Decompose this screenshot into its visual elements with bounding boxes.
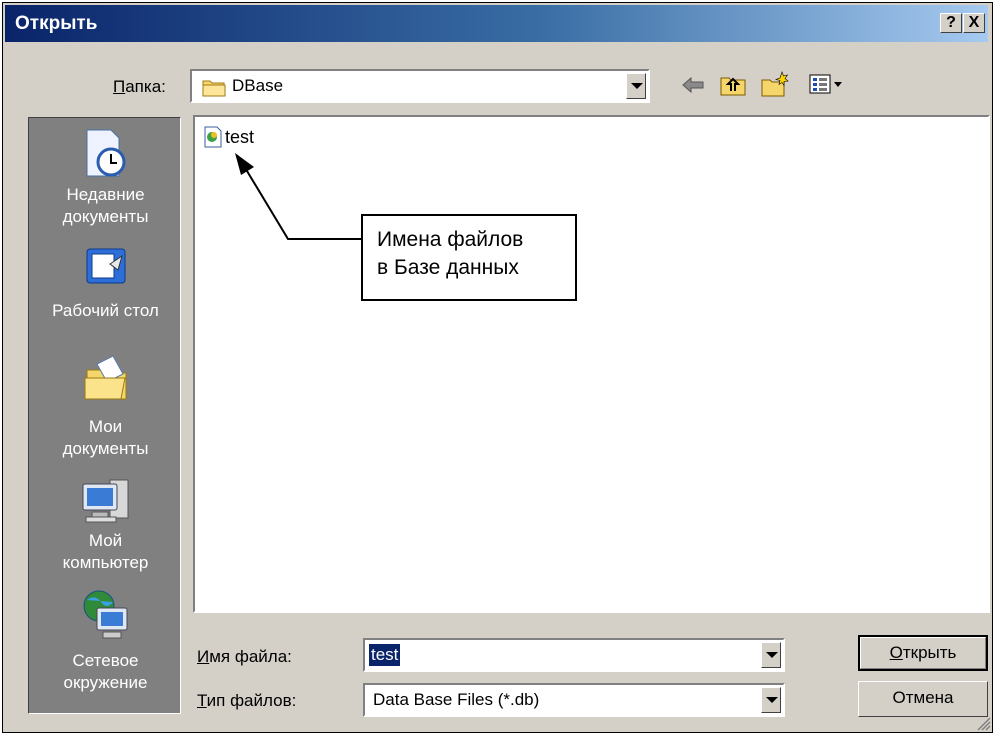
cancel-button[interactable]: Отмена (858, 681, 988, 717)
open-dialog: Открыть ? X Папка: DBase Недавние докуме… (2, 2, 993, 733)
filetype-combo[interactable]: Data Base Files (*.db) (363, 683, 785, 717)
annotation-callout: Имена файлов в Базе данных (361, 214, 577, 301)
filetype-label: Тип файлов: (197, 691, 297, 710)
annotation-arrow (235, 153, 361, 240)
filename-label: Имя файла: (197, 647, 292, 666)
filename-combo[interactable]: test (363, 638, 785, 672)
filename-input[interactable]: test (369, 644, 401, 666)
filename-dropdown-button[interactable] (761, 642, 781, 668)
filetype-value: Data Base Files (*.db) (373, 690, 540, 709)
annotation-line: в Базе данных (377, 256, 519, 279)
open-button[interactable]: Открыть (858, 635, 988, 671)
chevron-down-icon (766, 697, 778, 703)
filetype-dropdown-button[interactable] (761, 687, 781, 713)
annotation-line: Имена файлов (377, 228, 524, 251)
resize-grip-icon[interactable] (975, 715, 991, 731)
chevron-down-icon (766, 652, 778, 658)
